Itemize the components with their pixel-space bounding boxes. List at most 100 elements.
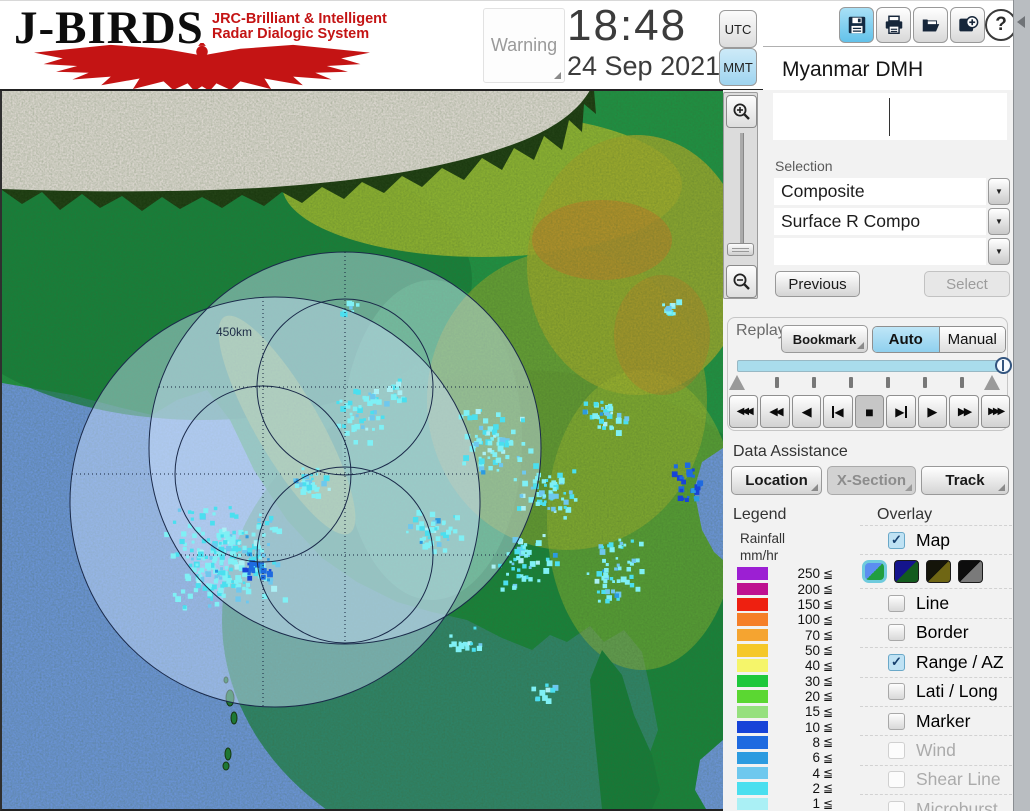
legend-value: 20	[804, 688, 820, 704]
unchecked-checkbox[interactable]	[888, 595, 905, 613]
replay-progress-slider[interactable]	[737, 357, 1012, 374]
product-type-field[interactable]: Surface R Compo	[774, 208, 986, 235]
unchecked-checkbox[interactable]	[888, 712, 905, 730]
checked-checkbox[interactable]: ✓	[888, 531, 905, 549]
zoom-out-button[interactable]	[726, 265, 757, 298]
replay-mode-toggle: Auto Manual	[872, 326, 1006, 353]
legend-color-swatch	[737, 720, 768, 734]
map-style-swatch-selected[interactable]	[862, 560, 887, 584]
zoom-slider-track[interactable]	[740, 133, 744, 255]
corner-resize-triangle	[554, 72, 561, 79]
product-type-dropdown-button[interactable]: ▼	[988, 208, 1010, 235]
product-type-value: Surface R Compo	[781, 211, 921, 231]
track-button[interactable]: Track	[921, 466, 1009, 495]
play-backward-icon: ◀	[801, 403, 812, 419]
bookmark-button[interactable]: Bookmark	[781, 325, 868, 353]
overlay-item-label[interactable]: Range / AZ	[916, 652, 1004, 673]
slider-tick	[960, 377, 964, 388]
legend-color-swatch	[737, 736, 768, 749]
legend-color-swatch	[737, 659, 768, 672]
legend-row: 200 ≦	[737, 581, 847, 597]
previous-button[interactable]: Previous	[775, 271, 860, 297]
legend-color-swatch	[737, 628, 768, 642]
range-start-marker[interactable]	[729, 375, 745, 390]
fast-rewind-button[interactable]: ◀◀	[760, 395, 790, 428]
checked-checkbox[interactable]: ✓	[888, 653, 905, 671]
legend-color-swatch	[737, 644, 768, 657]
timezone-mmt-button[interactable]: MMT	[719, 48, 757, 86]
map-style-swatch[interactable]	[894, 560, 919, 584]
overlay-item-lati-long: Lati / Long	[860, 676, 1012, 706]
app-logo-tagline: JRC-Brilliant & Intelligent Radar Dialog…	[212, 12, 387, 42]
warning-button[interactable]: Warning	[483, 8, 565, 83]
select-button[interactable]: Select	[924, 271, 1010, 297]
open-file-button[interactable]	[913, 7, 948, 43]
slider-handle[interactable]	[995, 357, 1012, 374]
map-style-swatch[interactable]	[926, 560, 951, 584]
legend-value: 100	[797, 612, 820, 628]
stop-icon: ■	[865, 403, 874, 420]
xsection-button[interactable]: X-Section	[827, 466, 916, 495]
overlay-item-label: Microburst	[916, 798, 998, 811]
fast-forward-button[interactable]: ▶▶	[949, 395, 979, 428]
slider-track[interactable]	[737, 360, 1005, 372]
chevron-down-icon: ▼	[995, 217, 1003, 226]
corner-resize-triangle	[811, 484, 818, 491]
station-list-box[interactable]	[773, 93, 1007, 140]
stop-button[interactable]: ■	[854, 395, 885, 428]
slider-tick	[775, 377, 779, 388]
legend-value: 50	[804, 642, 820, 658]
fast-rewind-3-button[interactable]: ◀◀◀	[729, 395, 759, 428]
magnifier-minus-icon	[733, 273, 750, 290]
product-option-field[interactable]	[774, 238, 986, 265]
unchecked-checkbox	[888, 800, 905, 811]
radar-map[interactable]: 450km	[0, 90, 822, 811]
legend-color-swatch	[737, 766, 768, 780]
unchecked-checkbox[interactable]	[888, 624, 905, 642]
overlay-item-label[interactable]: Lati / Long	[916, 681, 998, 702]
legend-row: 1 ≦	[737, 796, 847, 811]
location-button[interactable]: Location	[731, 466, 822, 495]
overlay-item-label[interactable]: Line	[916, 593, 949, 614]
save-button[interactable]	[839, 7, 874, 43]
print-button[interactable]	[876, 7, 911, 43]
legend-unit-quantity: Rainfall	[740, 531, 786, 546]
unchecked-checkbox	[888, 742, 905, 760]
header-bottom-border	[0, 89, 763, 91]
legend-row: 6 ≦	[737, 750, 847, 765]
product-option-dropdown-button[interactable]: ▼	[988, 238, 1010, 265]
radar-map-canvas[interactable]: 450km	[0, 90, 822, 811]
overlay-item-label[interactable]: Border	[916, 622, 969, 643]
legend-value: 70	[804, 627, 820, 643]
step-back-button[interactable]: ◀	[823, 395, 853, 428]
play-forward-button[interactable]: ▶	[917, 395, 948, 428]
auto-mode-button[interactable]: Auto	[873, 327, 940, 352]
previous-label: Previous	[788, 275, 847, 293]
overlay-item-label[interactable]: Map	[916, 530, 950, 551]
legend-value: 150	[797, 596, 820, 612]
zoom-in-button[interactable]	[726, 95, 757, 128]
unchecked-checkbox[interactable]	[888, 683, 905, 701]
zoom-slider-handle[interactable]	[727, 243, 754, 256]
product-category-field[interactable]: Composite	[774, 178, 986, 205]
legend-value: 6	[812, 750, 820, 766]
corner-resize-triangle	[905, 484, 912, 491]
slider-tick	[886, 377, 890, 388]
timezone-utc-button[interactable]: UTC	[719, 10, 757, 48]
map-style-swatch[interactable]	[958, 560, 983, 584]
manual-mode-button[interactable]: Manual	[939, 327, 1005, 352]
legend-value: 4	[812, 765, 820, 781]
play-backward-button[interactable]: ◀	[791, 395, 822, 428]
capture-add-button[interactable]	[950, 7, 985, 43]
step-forward-button[interactable]: ▶	[886, 395, 916, 428]
jbirds-app-window: 450km J-BIRDS JRC-Brilliant & Intelligen…	[0, 0, 1030, 811]
panel-collapse-strip[interactable]	[1013, 0, 1030, 811]
product-category-dropdown-button[interactable]: ▼	[988, 178, 1010, 205]
legend-row: 2 ≦	[737, 781, 847, 796]
legend-value: 40	[804, 658, 820, 674]
legend-value: 2	[812, 780, 820, 796]
overlay-item-range-az: ✓ Range / AZ	[860, 647, 1012, 676]
range-end-marker[interactable]	[984, 375, 1000, 390]
fast-forward-3-button[interactable]: ▶▶▶	[980, 395, 1010, 428]
overlay-item-label[interactable]: Marker	[916, 711, 970, 732]
